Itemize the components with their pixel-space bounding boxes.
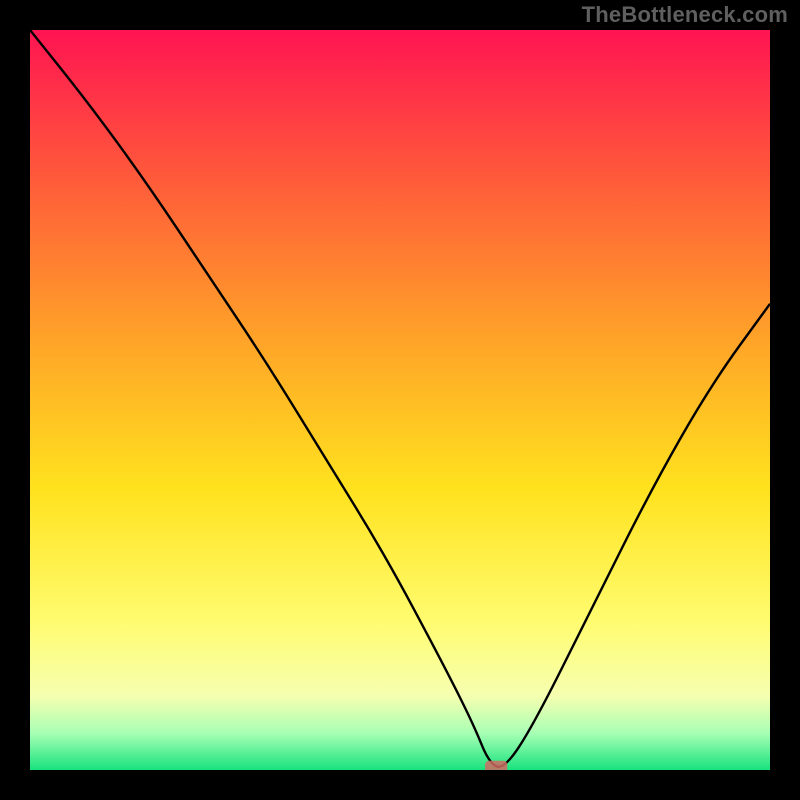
gradient-background <box>30 30 770 770</box>
watermark-text: TheBottleneck.com <box>582 2 788 28</box>
plot-area <box>30 30 770 770</box>
chart-stage: TheBottleneck.com <box>0 0 800 800</box>
bottleneck-marker <box>485 761 507 770</box>
chart-svg <box>30 30 770 770</box>
